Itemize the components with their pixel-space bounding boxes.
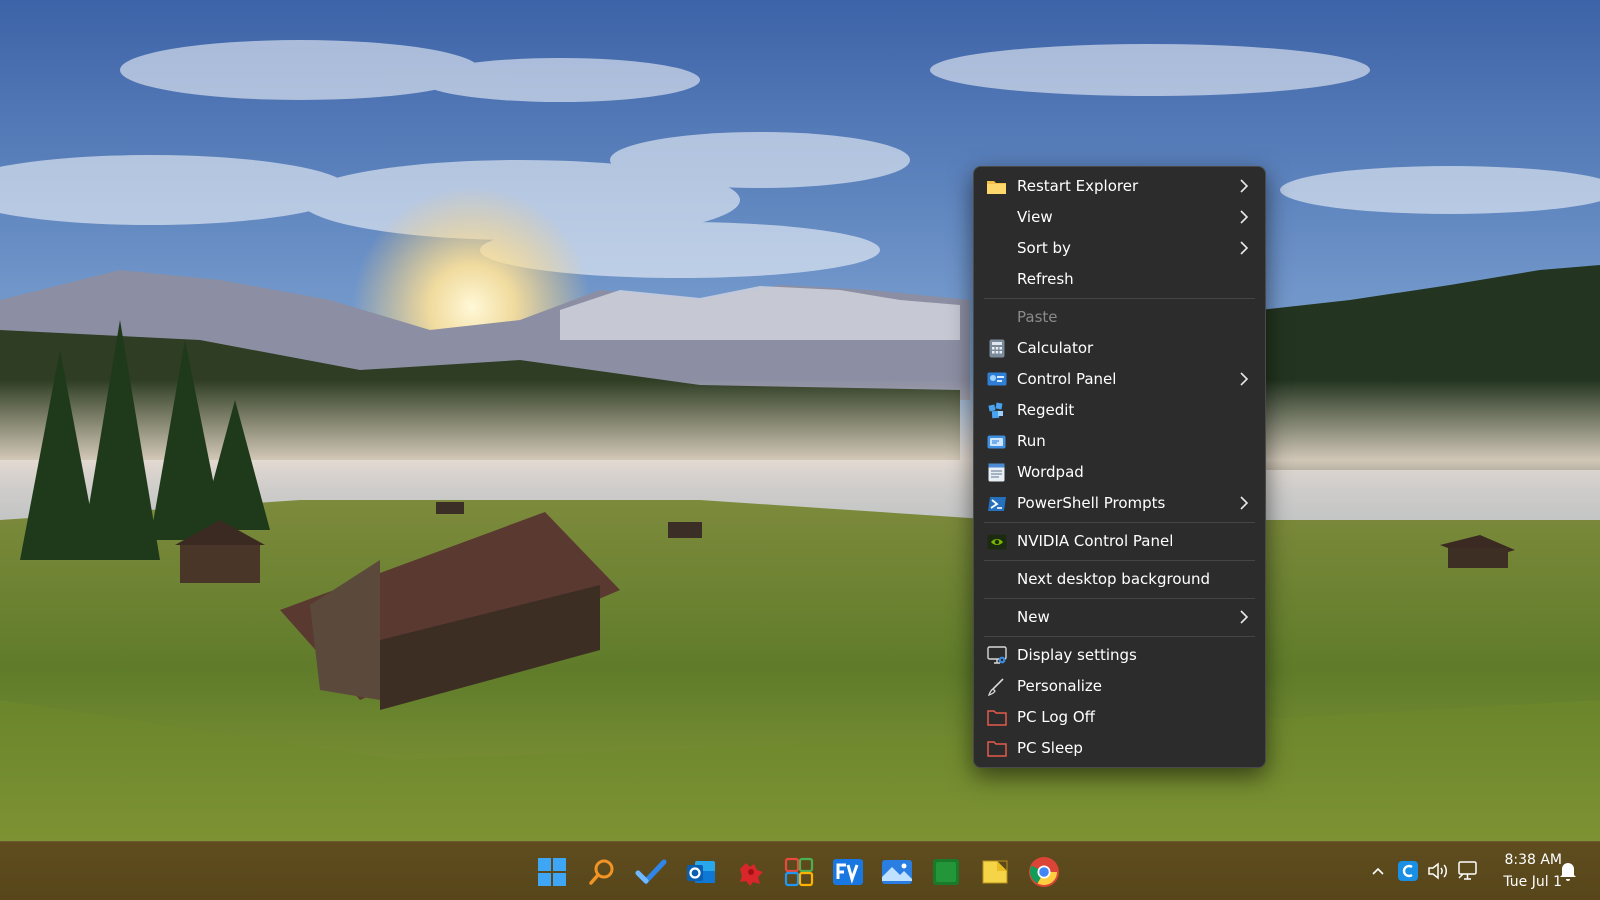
volume-button[interactable] [1426, 859, 1450, 883]
control-panel-icon [986, 369, 1007, 390]
run-icon [986, 431, 1007, 452]
network-icon [1458, 861, 1477, 880]
menu-item-view[interactable]: View [974, 202, 1265, 233]
menu-item-label: PC Sleep [1017, 739, 1083, 757]
menu-item-next-desktop-background[interactable]: Next desktop background [974, 564, 1265, 595]
menu-item-label: Control Panel [1017, 370, 1117, 388]
desktop[interactable] [0, 0, 1600, 841]
chevron-right-icon [1240, 610, 1249, 624]
menu-item-label: PowerShell Prompts [1017, 494, 1166, 512]
menu-separator [984, 636, 1255, 637]
menu-item-personalize[interactable]: Personalize [974, 671, 1265, 702]
file-explorer-icon [982, 860, 1008, 884]
chevron-right-icon [1240, 210, 1249, 224]
menu-item-display-settings[interactable]: Display settings [974, 640, 1265, 671]
menu-item-label: Refresh [1017, 270, 1074, 288]
menu-item-calculator[interactable]: Calculator [974, 333, 1265, 364]
volume-icon [1428, 862, 1447, 880]
menu-item-label: Paste [1017, 308, 1058, 326]
start-button[interactable] [533, 853, 571, 891]
menu-separator [984, 298, 1255, 299]
regedit-icon [986, 400, 1007, 421]
taskbar-clock[interactable]: 8:38 AM Tue Jul 1 [1482, 849, 1562, 893]
photos-icon [882, 860, 912, 884]
tray-app-c[interactable] [1396, 859, 1420, 883]
menu-item-label: Wordpad [1017, 463, 1084, 481]
menu-item-pc-sleep[interactable]: PC Sleep [974, 733, 1265, 764]
taskbar-app-file-explorer[interactable] [976, 853, 1014, 891]
menu-item-nvidia-control-panel[interactable]: NVIDIA Control Panel [974, 526, 1265, 557]
menu-item-label: Regedit [1017, 401, 1075, 419]
app-grid-icon [784, 857, 814, 887]
folder-outline-icon [986, 738, 1007, 759]
menu-item-new[interactable]: New [974, 602, 1265, 633]
chevron-right-icon [1240, 372, 1249, 386]
menu-item-label: Restart Explorer [1017, 177, 1139, 195]
menu-item-restart-explorer[interactable]: Restart Explorer [974, 171, 1265, 202]
notifications-button[interactable] [1556, 859, 1580, 883]
menu-item-label: PC Log Off [1017, 708, 1095, 726]
red-puzzle-icon [740, 863, 763, 886]
menu-item-label: NVIDIA Control Panel [1017, 532, 1174, 550]
folder-icon [986, 176, 1007, 197]
menu-item-run[interactable]: Run [974, 426, 1265, 457]
menu-item-label: View [1017, 208, 1053, 226]
clock-time: 8:38 AM [1504, 852, 1562, 868]
windows-logo-icon [538, 858, 566, 886]
menu-item-label: Sort by [1017, 239, 1071, 257]
wordpad-icon [986, 462, 1007, 483]
folder-outline-icon [986, 707, 1007, 728]
chevron-right-icon [1240, 241, 1249, 255]
menu-item-refresh[interactable]: Refresh [974, 264, 1265, 295]
calculator-icon [986, 338, 1007, 359]
menu-item-label: Run [1017, 432, 1046, 450]
network-button[interactable] [1456, 859, 1480, 883]
menu-item-wordpad[interactable]: Wordpad [974, 457, 1265, 488]
personalize-icon [986, 676, 1007, 697]
menu-separator [984, 522, 1255, 523]
chrome-icon [1029, 857, 1059, 887]
search-icon [589, 859, 614, 885]
menu-item-powershell-prompts[interactable]: PowerShell Prompts [974, 488, 1265, 519]
menu-item-control-panel[interactable]: Control Panel [974, 364, 1265, 395]
menu-item-label: Display settings [1017, 646, 1137, 664]
taskbar-app-todo[interactable] [632, 853, 670, 891]
powershell-icon [986, 493, 1007, 514]
checkmark-icon [635, 859, 667, 885]
chevron-right-icon [1240, 179, 1249, 193]
menu-separator [984, 560, 1255, 561]
taskbar-app-grid[interactable] [780, 853, 818, 891]
nvidia-icon [986, 531, 1007, 552]
taskbar-app-red-app[interactable] [731, 853, 769, 891]
chevron-up-icon [1372, 867, 1384, 875]
fv-icon [833, 859, 863, 885]
desktop-wallpaper [0, 0, 1600, 841]
search-button[interactable] [583, 853, 621, 891]
menu-item-sort-by[interactable]: Sort by [974, 233, 1265, 264]
menu-separator [984, 598, 1255, 599]
display-settings-icon [986, 645, 1007, 666]
menu-item-pc-log-off[interactable]: PC Log Off [974, 702, 1265, 733]
chevron-right-icon [1240, 496, 1249, 510]
clock-date: Tue Jul 1 [1503, 874, 1562, 890]
show-hidden-icons-button[interactable] [1366, 859, 1390, 883]
green-app-icon [933, 859, 959, 885]
menu-item-paste: Paste [974, 302, 1265, 333]
menu-item-label: Calculator [1017, 339, 1094, 357]
taskbar-app-outlook[interactable] [682, 853, 720, 891]
notification-bell-icon [1560, 863, 1576, 881]
taskbar-app-green[interactable] [927, 853, 965, 891]
desktop-context-menu: Restart Explorer View Sort by Refresh Pa… [973, 166, 1266, 768]
menu-item-label: Personalize [1017, 677, 1103, 695]
menu-item-label: Next desktop background [1017, 570, 1211, 588]
taskbar: 8:38 AM Tue Jul 1 [0, 841, 1600, 900]
taskbar-app-chrome[interactable] [1025, 853, 1063, 891]
menu-item-regedit[interactable]: Regedit [974, 395, 1265, 426]
menu-item-label: New [1017, 608, 1050, 626]
outlook-icon [687, 861, 715, 883]
taskbar-app-photos[interactable] [878, 853, 916, 891]
c-app-icon [1398, 861, 1418, 881]
taskbar-app-fv[interactable] [829, 853, 867, 891]
